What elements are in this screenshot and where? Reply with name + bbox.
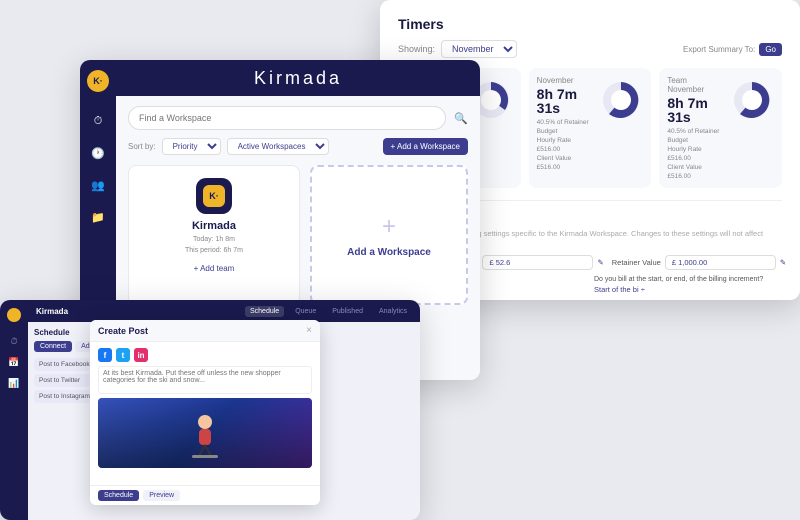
filter-select[interactable]: November — [441, 40, 517, 58]
retainer-label: Retainer Value — [612, 258, 661, 267]
billing-at-val: Start of the bi ÷ — [594, 285, 782, 294]
timer-nov-title: November — [537, 76, 594, 85]
tab-analytics[interactable]: Analytics — [374, 306, 412, 317]
timer-card-team-nov: Team November 8h 7m 31s 40.5% of Retaine… — [659, 68, 782, 188]
snowboarder-svg — [180, 410, 230, 460]
schedule-body: Schedule Connect Add Post Post to Facebo… — [28, 322, 420, 520]
timer-team-chart — [730, 78, 774, 122]
kirmada-icon-inner: K· — [203, 185, 225, 207]
settings-retainer: Retainer Value ✎ — [612, 255, 786, 270]
sidebar-icon-folder[interactable]: 📁 — [89, 208, 107, 226]
workspace-title: Kirmada — [254, 68, 342, 89]
kirmada-card-sub: Today: 1h 8m This period: 6h 7m — [185, 235, 243, 256]
retainer-edit-icon[interactable]: ✎ — [780, 258, 786, 267]
timer-team-time: 8h 7m 31s — [667, 96, 724, 124]
timer-card-november: November 8h 7m 31s 40.5% of Retainer Bud… — [529, 68, 652, 188]
sidebar-icon-users[interactable]: 👥 — [89, 176, 107, 194]
kirmada-card-icon: K· — [196, 178, 232, 214]
add-team-btn[interactable]: + Add team — [194, 264, 235, 273]
sched-icon-3[interactable]: 📊 — [8, 378, 19, 389]
sched-icon-1[interactable]: ⏱ — [10, 336, 17, 347]
timers-title: Timers — [398, 16, 782, 32]
hourly-edit-icon[interactable]: ✎ — [597, 258, 603, 267]
tab-queue[interactable]: Queue — [290, 306, 321, 317]
search-icon: 🔍 — [454, 112, 468, 125]
post-image — [98, 398, 312, 468]
timer-nov-chart — [599, 78, 643, 122]
post-textarea[interactable] — [98, 366, 312, 394]
close-icon[interactable]: × — [306, 325, 312, 336]
add-workspace-btn[interactable]: + Add a Workspace — [383, 138, 468, 155]
preview-btn[interactable]: Preview — [143, 490, 180, 501]
create-post-header: Create Post × — [90, 320, 320, 342]
create-post-title: Create Post — [98, 326, 306, 336]
workspace-search-input[interactable] — [128, 106, 446, 130]
add-workspace-label: Add a Workspace — [347, 247, 431, 258]
timer-nov-time: 8h 7m 31s — [537, 87, 594, 115]
schedule-topbar: Kirmada Schedule Queue Published Analyti… — [28, 300, 420, 322]
workspace-header: Kirmada — [116, 60, 480, 96]
billing-at-label: Do you bill at the start, or end, of the… — [594, 276, 782, 283]
workspace-search-row: 🔍 — [128, 106, 468, 130]
tab-schedule[interactable]: Schedule — [245, 306, 284, 317]
kirmada-card-name: Kirmada — [192, 220, 236, 232]
sidebar-icon-timer[interactable]: 🕐 — [89, 144, 107, 162]
settings-billing-at: Do you bill at the start, or end, of the… — [594, 276, 782, 294]
schedule-topbar-title: Kirmada — [36, 307, 68, 316]
facebook-icon[interactable]: f — [98, 348, 112, 362]
hourly-rate-input[interactable] — [482, 255, 593, 270]
platform-row: f t in — [98, 348, 312, 362]
timers-filter-row: Showing: November Export Summary To: Go — [398, 40, 782, 58]
timer-team-title: Team November — [667, 76, 724, 94]
active-ws-select[interactable]: Active Workspaces — [227, 138, 329, 155]
schedule-panel: ⏱ 📅 📊 Kirmada Schedule Queue Published A… — [0, 300, 420, 520]
twitter-icon[interactable]: t — [116, 348, 130, 362]
connect-btn[interactable]: Connect — [34, 341, 72, 352]
schedule-logo — [7, 308, 21, 322]
retainer-input[interactable] — [665, 255, 776, 270]
sort-select[interactable]: Priority — [162, 138, 221, 155]
timer-team-sub: 40.5% of Retainer Budget Hourly Rate £51… — [667, 127, 724, 182]
create-post-footer: Schedule Preview — [90, 485, 320, 505]
schedule-btn[interactable]: Schedule — [98, 490, 139, 501]
schedule-sidebar: ⏱ 📅 📊 — [0, 300, 28, 520]
filter-label: Showing: — [398, 44, 435, 54]
instagram-icon[interactable]: in — [134, 348, 148, 362]
sidebar-icon-clock[interactable]: ⏱ — [89, 112, 107, 130]
create-post-modal: Create Post × f t in — [90, 320, 320, 505]
sort-label: Sort by: — [128, 142, 156, 151]
create-post-body: f t in — [90, 342, 320, 485]
workspace-card-kirmada: K· Kirmada Today: 1h 8m This period: 6h … — [128, 165, 300, 305]
export-label: Export Summary To: — [683, 45, 755, 54]
export-btn[interactable]: Go — [759, 43, 782, 56]
workspace-cards: K· Kirmada Today: 1h 8m This period: 6h … — [128, 165, 468, 305]
sched-icon-2[interactable]: 📅 — [8, 357, 19, 368]
add-plus-icon: + — [382, 213, 396, 241]
tab-published[interactable]: Published — [327, 306, 368, 317]
timer-nov-sub: 40.5% of Retainer Budget Hourly Rate £51… — [537, 118, 594, 173]
schedule-main: Kirmada Schedule Queue Published Analyti… — [28, 300, 420, 520]
add-workspace-card[interactable]: + Add a Workspace — [310, 165, 468, 305]
workspace-filter-row: Sort by: Priority Active Workspaces + Ad… — [128, 138, 468, 155]
workspace-logo: K· — [87, 70, 109, 92]
